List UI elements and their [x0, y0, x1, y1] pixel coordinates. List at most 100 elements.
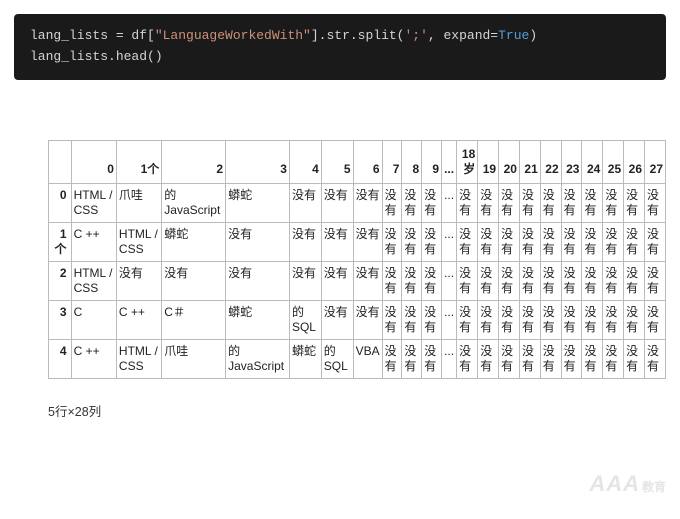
row-index: 4 — [49, 339, 72, 378]
table-cell: 没有 — [519, 300, 540, 339]
table-cell: 没有 — [624, 183, 645, 222]
table-cell: 没有 — [603, 300, 624, 339]
table-cell: 没有 — [353, 183, 382, 222]
table-row: 1个C ++HTML / CSS蟒蛇没有没有没有没有没有没有没有...没有没有没… — [49, 222, 666, 261]
table-cell: C ++ — [116, 300, 161, 339]
col-header: 9 — [422, 140, 442, 183]
table-cell: 没有 — [226, 222, 290, 261]
table-cell: HTML / CSS — [116, 222, 161, 261]
table-cell: 没有 — [519, 183, 540, 222]
table-cell: 没有 — [561, 183, 582, 222]
col-header: 2 — [162, 140, 226, 183]
table-cell: 没有 — [353, 222, 382, 261]
table-cell: 没有 — [540, 300, 561, 339]
table-cell: 没有 — [499, 300, 520, 339]
table-cell: 蟒蛇 — [289, 339, 321, 378]
table-cell: 没有 — [422, 222, 442, 261]
table-cell: 没有 — [540, 222, 561, 261]
table-cell: 没有 — [226, 261, 290, 300]
table-cell: 没有 — [321, 222, 353, 261]
table-row: 4C ++HTML / CSS爪哇的JavaScript蟒蛇的SQLVBA没有没… — [49, 339, 666, 378]
table-cell: HTML / CSS — [116, 339, 161, 378]
table-cell: 没有 — [603, 222, 624, 261]
table-cell: 没有 — [457, 183, 478, 222]
col-header: 7 — [382, 140, 402, 183]
watermark-sub: 教育 — [642, 480, 666, 494]
table-cell: 没有 — [561, 222, 582, 261]
watermark-main: AAA — [589, 471, 640, 496]
table-cell: 没有 — [499, 183, 520, 222]
table-cell: 没有 — [382, 261, 402, 300]
shape-text: 5行×28列 — [48, 401, 680, 420]
col-header: 21 — [519, 140, 540, 183]
table-cell: 没有 — [645, 300, 666, 339]
table-cell: 没有 — [645, 261, 666, 300]
col-header: ... — [442, 140, 457, 183]
table-cell: HTML / CSS — [71, 261, 116, 300]
table-cell: C ++ — [71, 339, 116, 378]
dataframe-table: 0 1个 2 3 4 5 6 7 8 9 ... 18岁 19 20 21 22… — [48, 140, 666, 379]
col-header: 19 — [478, 140, 499, 183]
table-cell: 没有 — [162, 261, 226, 300]
code-segment: lang_lists = df[ — [30, 28, 155, 43]
table-cell: 没有 — [402, 300, 422, 339]
table-cell: 没有 — [582, 222, 603, 261]
table-cell: 爪哇 — [162, 339, 226, 378]
col-header: 26 — [624, 140, 645, 183]
table-cell: 的JavaScript — [226, 339, 290, 378]
table-cell: C＃ — [162, 300, 226, 339]
col-header: 23 — [561, 140, 582, 183]
table-cell: 没有 — [402, 261, 422, 300]
table-cell: 没有 — [624, 222, 645, 261]
table-cell: 没有 — [624, 339, 645, 378]
table-cell: 没有 — [422, 261, 442, 300]
table-cell: 没有 — [540, 183, 561, 222]
table-cell: 没有 — [402, 339, 422, 378]
table-row: 2HTML / CSS没有没有没有没有没有没有没有没有没有...没有没有没有没有… — [49, 261, 666, 300]
table-cell: VBA — [353, 339, 382, 378]
table-cell: 没有 — [353, 300, 382, 339]
table-cell: 没有 — [603, 183, 624, 222]
table-cell: 没有 — [353, 261, 382, 300]
table-cell: 没有 — [561, 339, 582, 378]
col-header: 20 — [499, 140, 520, 183]
table-cell: 没有 — [402, 183, 422, 222]
table-cell: C — [71, 300, 116, 339]
col-header: 6 — [353, 140, 382, 183]
table-cell: 没有 — [382, 300, 402, 339]
table-cell: 的JavaScript — [162, 183, 226, 222]
col-header: 22 — [540, 140, 561, 183]
table-row: 0HTML / CSS爪哇的JavaScript蟒蛇没有没有没有没有没有没有..… — [49, 183, 666, 222]
table-cell: 没有 — [478, 300, 499, 339]
table-cell: ... — [442, 300, 457, 339]
col-header: 4 — [289, 140, 321, 183]
table-cell: 没有 — [561, 300, 582, 339]
code-string: ';' — [404, 28, 427, 43]
table-cell: ... — [442, 339, 457, 378]
table-cell: 没有 — [289, 261, 321, 300]
table-cell: 没有 — [582, 183, 603, 222]
col-header: 5 — [321, 140, 353, 183]
table-cell: ... — [442, 222, 457, 261]
table-cell: 的SQL — [289, 300, 321, 339]
table-cell: 没有 — [540, 261, 561, 300]
table-cell: 没有 — [582, 339, 603, 378]
col-header: 8 — [402, 140, 422, 183]
code-segment: ].str.split( — [311, 28, 405, 43]
row-index: 2 — [49, 261, 72, 300]
col-header: 27 — [645, 140, 666, 183]
table-cell: 没有 — [582, 300, 603, 339]
table-cell: 没有 — [499, 339, 520, 378]
table-cell: 没有 — [382, 183, 402, 222]
table-cell: HTML / CSS — [71, 183, 116, 222]
table-row: 3CC ++C＃蟒蛇的SQL没有没有没有没有没有...没有没有没有没有没有没有没… — [49, 300, 666, 339]
table-cell: 没有 — [457, 222, 478, 261]
table-cell: 没有 — [624, 261, 645, 300]
table-cell: 没有 — [561, 261, 582, 300]
table-cell: 没有 — [289, 183, 321, 222]
code-line: lang_lists.head() — [30, 49, 163, 64]
table-cell: ... — [442, 261, 457, 300]
table-cell: 没有 — [422, 339, 442, 378]
row-index: 3 — [49, 300, 72, 339]
table-cell: 没有 — [519, 261, 540, 300]
